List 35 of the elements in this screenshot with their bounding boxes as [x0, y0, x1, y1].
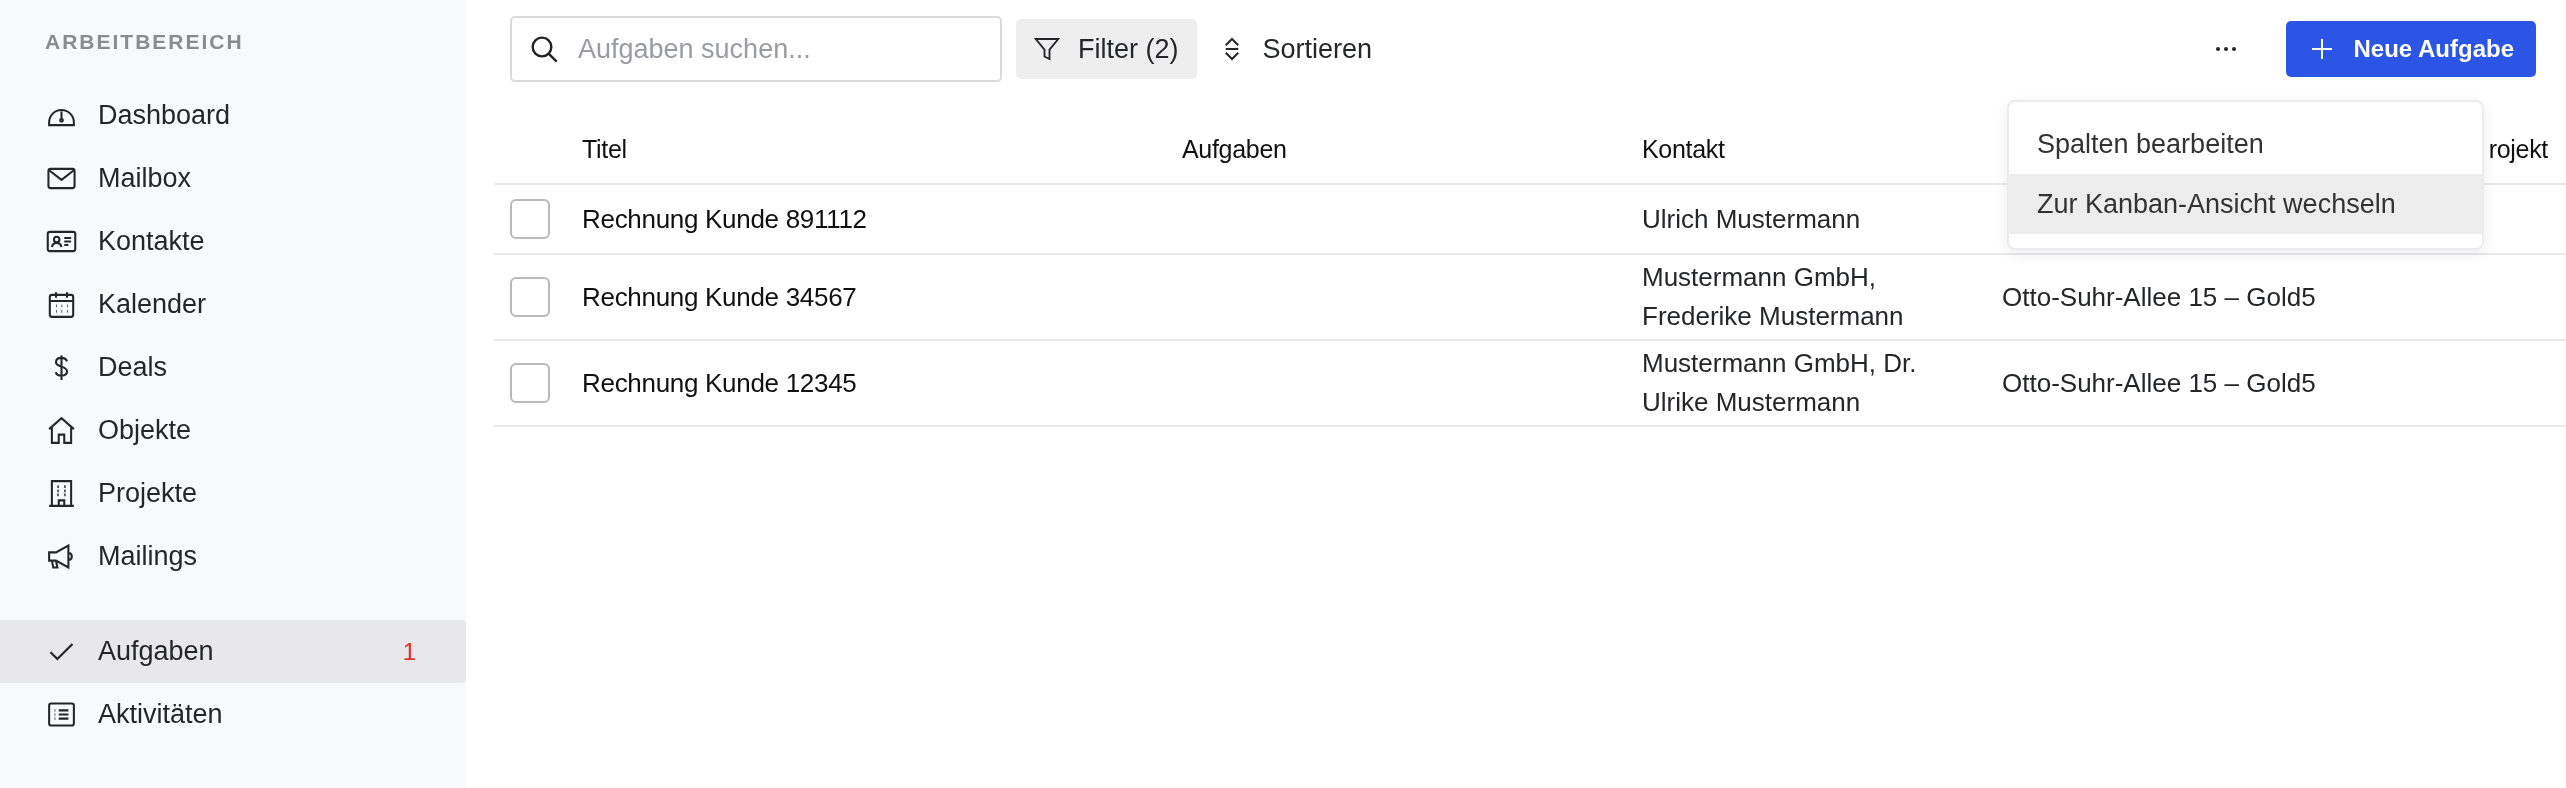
checkbox[interactable]: [510, 363, 550, 403]
new-task-button[interactable]: Neue Aufgabe: [2285, 21, 2536, 77]
table-cell-text: Mustermann GmbH, Dr. Ulrike Mustermann: [1642, 347, 1918, 419]
menu-item[interactable]: Spalten bearbeiten: [2009, 114, 2482, 174]
sidebar-item[interactable]: Dashboard: [0, 84, 466, 147]
column-header[interactable]: Kontakt: [1642, 135, 2002, 164]
sidebar-item[interactable]: Kontakte: [0, 210, 466, 273]
table-cell-text: Otto-Suhr-Allee 15 – Gold5: [2002, 280, 2317, 314]
sidebar-item[interactable]: Objekte: [0, 399, 466, 462]
checkbox[interactable]: [510, 277, 550, 317]
table-cell-text: Mustermann GmbH, Frederike Mustermann: [1642, 261, 1905, 333]
search-field[interactable]: Aufgaben suchen...: [510, 16, 1002, 82]
column-header[interactable]: Titel: [582, 135, 1182, 164]
column-header[interactable]: Aufgaben: [1182, 135, 1642, 164]
table-cell-text: Rechnung Kunde 12345: [582, 366, 858, 400]
sidebar-item[interactable]: Projekte: [0, 462, 466, 525]
plus-icon: [2309, 37, 2334, 61]
sidebar-item[interactable]: Deals: [0, 336, 466, 399]
section-label: ARBEITBEREICH: [45, 30, 244, 54]
table-cell-text: Ulrich Mustermann: [1642, 202, 1862, 236]
table-cell-text: Rechnung Kunde 891112: [582, 202, 868, 236]
sidebar-item[interactable]: Aufgaben 1: [0, 620, 466, 683]
filter-button[interactable]: Filter (2): [1016, 19, 1197, 79]
sidebar-item[interactable]: Kalender: [0, 273, 466, 336]
search-icon: [528, 33, 560, 65]
menu-item[interactable]: Zur Kanban-Ansicht wechseln: [2009, 174, 2482, 234]
count-label: 1: [402, 637, 416, 666]
sidebar-item[interactable]: Mailbox: [0, 147, 466, 210]
checkbox[interactable]: [510, 199, 550, 239]
sort-button[interactable]: Sortieren: [1208, 33, 1381, 65]
sidebar-item[interactable]: Aktivitäten: [0, 683, 466, 746]
table-cell-text: Otto-Suhr-Allee 15 – Gold5: [2002, 366, 2317, 400]
column-header[interactable]: rojekt: [2488, 135, 2566, 164]
sidebar-item[interactable]: Mailings: [0, 525, 466, 588]
table-cell-text: Rechnung Kunde 34567: [582, 280, 858, 314]
